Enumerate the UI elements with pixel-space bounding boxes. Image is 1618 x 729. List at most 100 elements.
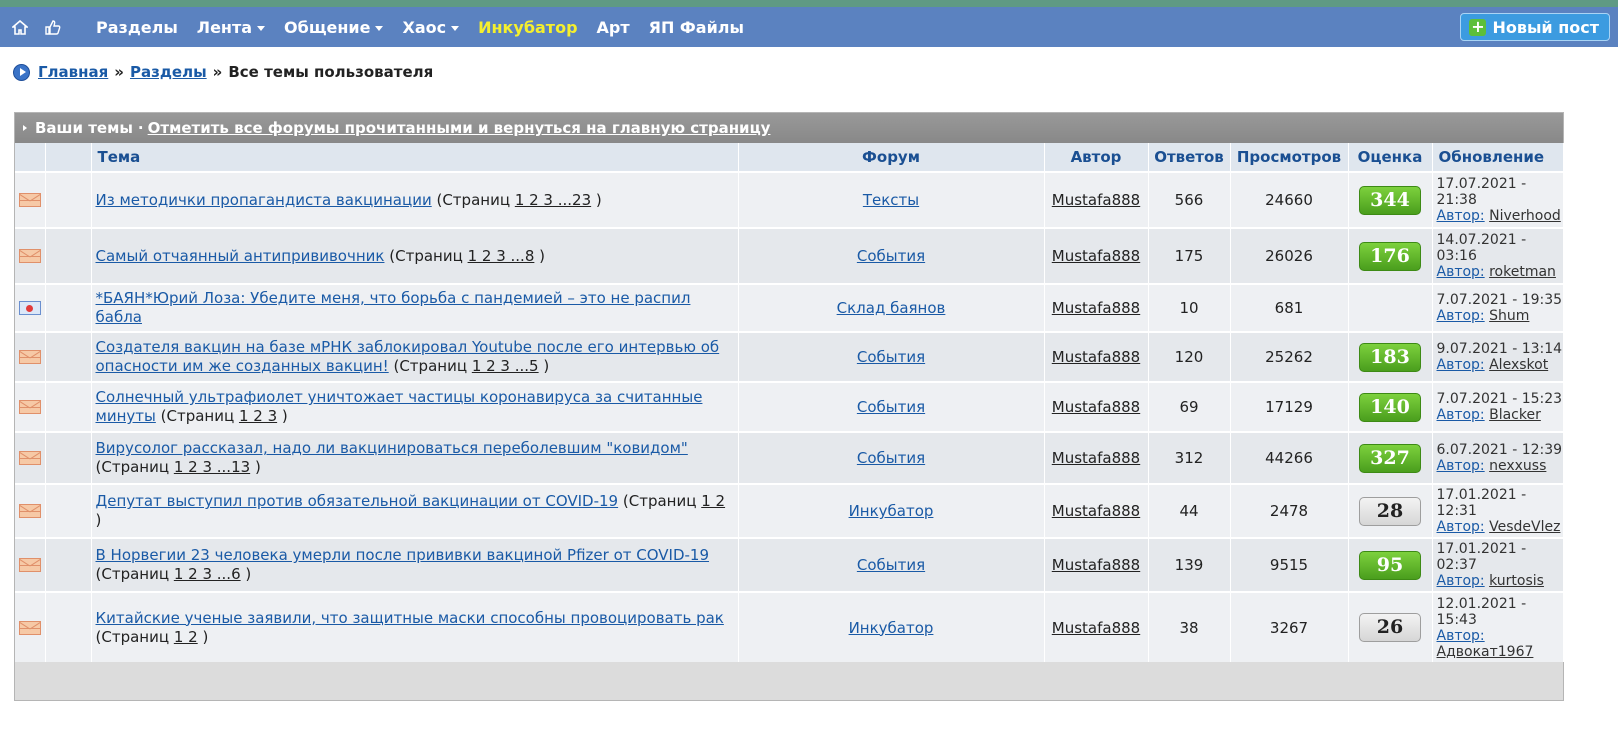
forum-link[interactable]: События (857, 449, 925, 467)
topic-title-link[interactable]: Вирусолог рассказал, надо ли вакцинирова… (96, 439, 688, 457)
last-poster-link[interactable]: VesdeVlez (1489, 519, 1560, 535)
caret-down-icon[interactable] (375, 25, 384, 31)
pages-links[interactable]: 1 2 3 ...23 (515, 191, 591, 209)
last-poster-link[interactable]: Blacker (1489, 407, 1541, 423)
pages-links[interactable]: 1 2 3 ...8 (468, 247, 535, 265)
replies-count: 69 (1148, 381, 1231, 432)
author-link[interactable]: Mustafa888 (1052, 348, 1140, 366)
forum-link[interactable]: События (857, 398, 925, 416)
nav-item[interactable]: Общение (284, 18, 384, 37)
pages-links[interactable]: 1 2 3 (239, 407, 277, 425)
author-prefix-label[interactable]: Автор: (1437, 357, 1485, 373)
pages-links[interactable]: 1 2 (174, 628, 198, 646)
pages-links[interactable]: 1 2 (701, 492, 725, 510)
topic-title-link[interactable]: *БАЯН*Юрий Лоза: Убедите меня, что борьб… (96, 289, 691, 326)
topic-title-link[interactable]: Из методички пропагандиста вакцинации (96, 191, 432, 209)
author-prefix-label[interactable]: Автор: (1437, 573, 1485, 589)
last-poster-link[interactable]: nexxuss (1489, 458, 1546, 474)
updated-by: Автор: Alexskot (1437, 357, 1563, 373)
author-prefix-label[interactable]: Автор: (1437, 519, 1485, 535)
thumbs-up-icon[interactable] (36, 7, 68, 47)
forum-link[interactable]: Инкубатор (849, 619, 934, 637)
topic-title-link[interactable]: В Норвегии 23 человека умерли после прив… (96, 546, 710, 564)
pages-links[interactable]: 1 2 3 ...6 (174, 565, 241, 583)
rating-badge[interactable]: 26 (1359, 613, 1421, 642)
author-link[interactable]: Mustafa888 (1052, 556, 1140, 574)
author-link[interactable]: Mustafa888 (1052, 191, 1140, 209)
rating-badge[interactable]: 140 (1359, 392, 1421, 422)
last-poster-link[interactable]: Alexskot (1489, 357, 1548, 373)
mark-all-read-link[interactable]: Отметить все форумы прочитанными и верну… (148, 119, 771, 137)
pages-links[interactable]: 1 2 3 ...5 (472, 357, 539, 375)
last-poster-link[interactable]: Niverhood (1489, 208, 1561, 224)
breadcrumb-home-link[interactable]: Главная (38, 63, 108, 81)
author-prefix-label[interactable]: Автор: (1437, 208, 1485, 224)
author-link[interactable]: Mustafa888 (1052, 502, 1140, 520)
topic-cell: Самый отчаянный антипрививочник (Страниц… (91, 227, 739, 284)
author-prefix-label[interactable]: Автор: (1437, 308, 1485, 324)
last-poster-link[interactable]: Адвокат1967 (1437, 644, 1534, 660)
forum-link[interactable]: События (857, 247, 925, 265)
forum-link[interactable]: События (857, 348, 925, 366)
author-cell: Mustafa888 (1044, 431, 1149, 484)
forum-link[interactable]: Тексты (863, 191, 919, 209)
rating-badge[interactable]: 344 (1359, 185, 1421, 215)
rating-badge[interactable]: 95 (1359, 550, 1421, 580)
author-prefix-label[interactable]: Автор: (1437, 628, 1485, 644)
author-prefix-label[interactable]: Автор: (1437, 458, 1485, 474)
forum-link[interactable]: Склад баянов (837, 299, 946, 317)
panel-header: Ваши темы · Отметить все форумы прочитан… (15, 113, 1563, 143)
last-poster-link[interactable]: roketman (1489, 264, 1556, 280)
topic-title-link[interactable]: Китайские ученые заявили, что защитные м… (96, 609, 724, 627)
header-replies[interactable]: Ответов (1148, 143, 1231, 172)
table-row: Солнечный ультрафиолет уничтожает частиц… (15, 381, 1564, 432)
rating-cell: 26 (1348, 591, 1433, 662)
envelope-icon (18, 350, 41, 364)
topic-title-link[interactable]: Депутат выступил против обязательной вак… (96, 492, 619, 510)
nav-item[interactable]: Лента (197, 18, 266, 37)
nav-item[interactable]: Хаос (402, 18, 460, 37)
last-poster-link[interactable]: kurtosis (1489, 573, 1544, 589)
header-rating[interactable]: Оценка (1348, 143, 1433, 172)
forum-link[interactable]: События (857, 556, 925, 574)
breadcrumb-sections-link[interactable]: Разделы (130, 63, 207, 81)
nav-item[interactable]: Инкубатор (478, 18, 577, 37)
rating-badge[interactable]: 327 (1359, 443, 1421, 473)
rating-cell: 176 (1348, 227, 1433, 284)
rating-badge[interactable]: 176 (1359, 241, 1421, 271)
updated-date: 9.07.2021 - 13:14 (1436, 341, 1563, 357)
forum-link[interactable]: Инкубатор (849, 502, 934, 520)
author-link[interactable]: Mustafa888 (1052, 398, 1140, 416)
nav-item[interactable]: Арт (597, 18, 630, 37)
author-prefix-label[interactable]: Автор: (1437, 264, 1485, 280)
table-row: Вирусолог рассказал, надо ли вакцинирова… (15, 431, 1564, 484)
nav-item[interactable]: ЯП Файлы (649, 18, 744, 37)
author-link[interactable]: Mustafa888 (1052, 299, 1140, 317)
updated-cell: 9.07.2021 - 13:14 Автор: Alexskot (1432, 331, 1564, 382)
topic-title-link[interactable]: Самый отчаянный антипрививочник (96, 247, 385, 265)
last-poster-link[interactable]: Shum (1489, 308, 1529, 324)
header-forum[interactable]: Форум (738, 143, 1045, 172)
author-link[interactable]: Mustafa888 (1052, 619, 1140, 637)
header-topic[interactable]: Тема (91, 143, 739, 172)
home-icon[interactable] (4, 7, 36, 47)
nav-menu: Разделы Лента Общение Хаос Инкубатор Арт ЯП Фа… (68, 18, 763, 37)
nav-item[interactable]: Разделы (96, 18, 178, 37)
header-updated[interactable]: Обновление (1432, 143, 1564, 172)
rating-cell: 344 (1348, 171, 1433, 228)
pages-open-label: (Страниц (95, 458, 170, 476)
author-prefix-label[interactable]: Автор: (1437, 407, 1485, 423)
header-author[interactable]: Автор (1044, 143, 1149, 172)
author-link[interactable]: Mustafa888 (1052, 247, 1140, 265)
rating-badge[interactable]: 28 (1359, 496, 1421, 526)
topic-extra-cell (45, 283, 92, 332)
rating-badge[interactable]: 183 (1359, 342, 1421, 372)
header-views[interactable]: Просмотров (1230, 143, 1349, 172)
updated-cell: 7.07.2021 - 19:35 Автор: Shum (1432, 283, 1564, 332)
author-link[interactable]: Mustafa888 (1052, 449, 1140, 467)
caret-down-icon[interactable] (451, 25, 460, 31)
pages-links[interactable]: 1 2 3 ...13 (174, 458, 250, 476)
author-cell: Mustafa888 (1044, 283, 1149, 332)
new-post-button[interactable]: + Новый пост (1460, 13, 1610, 41)
caret-down-icon[interactable] (257, 25, 266, 31)
